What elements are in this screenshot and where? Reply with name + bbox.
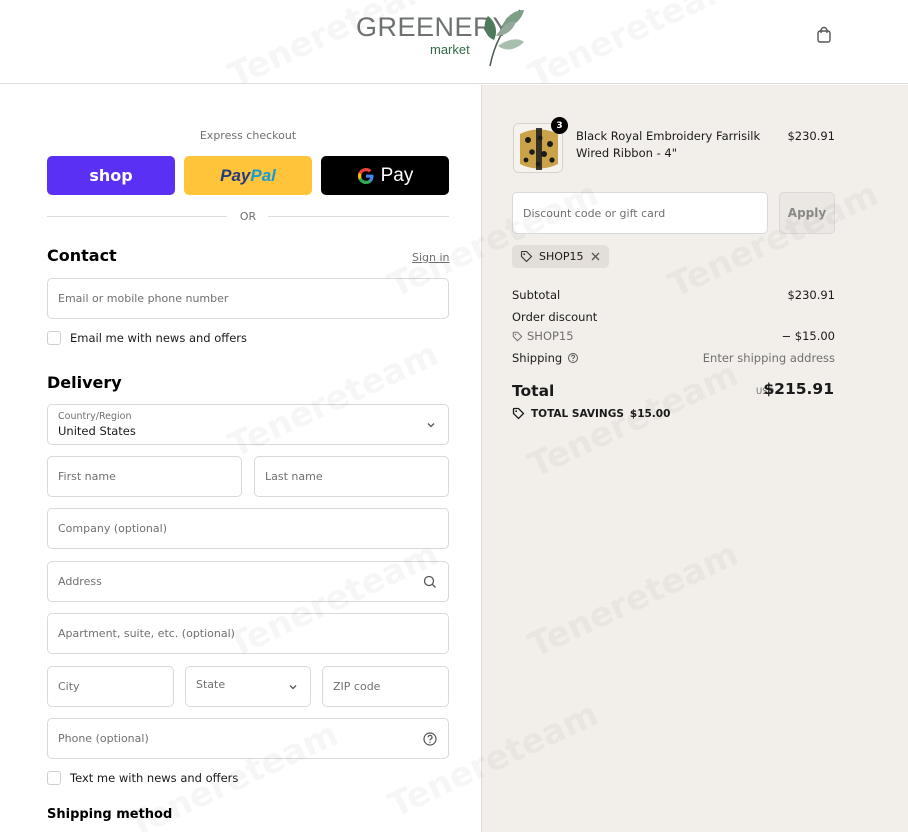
country-select[interactable]: Country/Region United States — [47, 404, 449, 445]
subtotal-label: Subtotal — [512, 288, 561, 302]
sign-in-link[interactable]: Sign in — [412, 251, 450, 264]
close-icon[interactable] — [590, 251, 601, 262]
paypal-label-pal: Pal — [250, 165, 276, 185]
shipping-label: Shipping — [512, 351, 563, 365]
state-placeholder: State — [196, 678, 226, 691]
applied-code-label: SHOP15 — [539, 250, 584, 263]
total-value: $215.91 — [763, 380, 834, 398]
product-name: Black Royal Embroidery Farrisilk Wired R… — [576, 129, 761, 160]
tag-icon — [512, 407, 525, 420]
shop-pay-label: shop — [89, 166, 133, 185]
paypal-button[interactable]: Pay Pal — [184, 156, 312, 195]
text-news-label: Text me with news and offers — [70, 771, 239, 785]
order-summary-panel: 3 Black Royal Embroidery Farrisilk Wired… — [481, 85, 908, 832]
email-news-checkbox[interactable] — [47, 331, 61, 345]
contact-heading: Contact — [47, 246, 117, 265]
shipping-method-heading: Shipping method — [47, 807, 173, 822]
discount-code-row: SHOP15 − $15.00 — [512, 329, 835, 343]
leaf-icon — [484, 9, 524, 67]
phone-placeholder: Phone (optional) — [58, 732, 149, 745]
or-separator: OR — [239, 210, 257, 223]
tag-icon — [520, 250, 533, 263]
chevron-down-icon — [427, 423, 435, 428]
apartment-placeholder: Apartment, suite, etc. (optional) — [58, 627, 235, 640]
country-value: United States — [58, 424, 136, 438]
delivery-heading: Delivery — [47, 373, 122, 392]
savings-value: $15.00 — [629, 407, 671, 420]
email-placeholder: Email or mobile phone number — [58, 292, 229, 305]
shopping-bag-icon[interactable] — [815, 26, 833, 44]
shop-pay-button[interactable]: shop — [47, 156, 175, 195]
address-field[interactable]: Address — [47, 561, 449, 602]
email-news-option[interactable]: Email me with news and offers — [47, 331, 247, 345]
subtotal-row: Subtotal $230.91 — [512, 288, 835, 302]
google-pay-label: Pay — [380, 164, 414, 186]
last-name-placeholder: Last name — [265, 470, 323, 483]
total-savings: TOTAL SAVINGS $15.00 — [512, 407, 670, 420]
shipping-value: Enter shipping address — [702, 351, 835, 365]
company-placeholder: Company (optional) — [58, 522, 167, 535]
subtotal-value: $230.91 — [787, 288, 835, 302]
chevron-down-icon — [289, 685, 297, 690]
discount-code-label: SHOP15 — [527, 329, 574, 343]
order-discount-row: Order discount — [512, 310, 835, 324]
store-logo[interactable]: GREENERY market — [356, 6, 526, 68]
text-news-option[interactable]: Text me with news and offers — [47, 771, 238, 785]
email-field[interactable]: Email or mobile phone number — [47, 278, 449, 319]
last-name-field[interactable]: Last name — [254, 456, 449, 497]
site-header: GREENERY market — [0, 0, 908, 84]
city-field[interactable]: City — [47, 666, 174, 707]
text-news-checkbox[interactable] — [47, 771, 61, 785]
search-icon — [423, 575, 436, 588]
apartment-field[interactable]: Apartment, suite, etc. (optional) — [47, 613, 449, 654]
google-g-icon — [357, 167, 374, 184]
google-pay-button[interactable]: Pay — [321, 156, 449, 195]
checkout-form-panel: Express checkout shop Pay Pal Pay OR Cont… — [0, 85, 481, 832]
paypal-label-pay: Pay — [220, 165, 251, 185]
phone-field[interactable]: Phone (optional) — [47, 718, 449, 759]
help-icon[interactable] — [567, 352, 579, 364]
tag-icon — [512, 331, 523, 341]
apply-discount-button[interactable]: Apply — [779, 192, 835, 234]
first-name-field[interactable]: First name — [47, 456, 242, 497]
product-price: $230.91 — [787, 129, 835, 143]
company-field[interactable]: Company (optional) — [47, 508, 449, 549]
city-placeholder: City — [58, 680, 80, 693]
zip-field[interactable]: ZIP code — [322, 666, 449, 707]
help-icon[interactable] — [422, 731, 438, 747]
order-discount-label: Order discount — [512, 310, 598, 324]
state-select[interactable]: State — [185, 666, 311, 707]
address-placeholder: Address — [58, 575, 102, 588]
shipping-row: Shipping Enter shipping address — [512, 351, 835, 365]
express-checkout-label: Express checkout — [199, 129, 297, 142]
discount-value: − $15.00 — [781, 329, 835, 343]
logo-subtitle: market — [430, 42, 470, 57]
discount-code-input[interactable]: Discount code or gift card — [512, 192, 768, 234]
total-label: Total — [512, 382, 555, 400]
quantity-badge: 3 — [551, 117, 568, 134]
zip-placeholder: ZIP code — [333, 680, 381, 693]
email-news-label: Email me with news and offers — [70, 331, 248, 345]
applied-discount-tag: SHOP15 — [512, 245, 609, 268]
discount-placeholder: Discount code or gift card — [523, 206, 666, 220]
first-name-placeholder: First name — [58, 470, 116, 483]
savings-label: TOTAL SAVINGS — [531, 407, 624, 420]
country-label: Country/Region — [58, 411, 132, 422]
